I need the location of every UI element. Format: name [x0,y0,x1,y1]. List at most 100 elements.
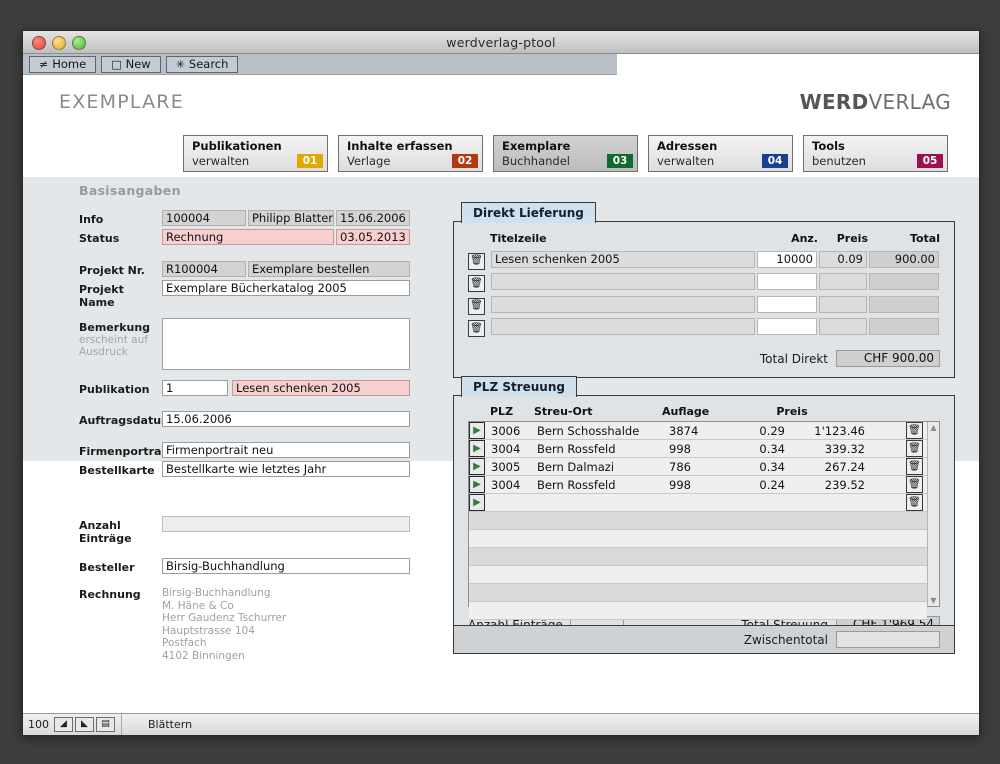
besteller-field[interactable]: Birsig-Buchhandlung [162,558,410,574]
plz-list-row[interactable]: ▶3006Bern Schosshalde38740.291'123.46🗑 [469,422,927,440]
nav-tab-inhalte-erfassen[interactable]: Inhalte erfassenVerlage02 [338,135,483,172]
search-button[interactable]: ✳ Search [166,56,239,73]
tab-plz-streuung[interactable]: PLZ Streuung [461,376,577,397]
status-value-field[interactable]: Rechnung [162,229,334,245]
direkt-cell-preis[interactable]: 0.09 [819,251,867,268]
delete-row-icon[interactable]: 🗑 [468,298,485,315]
direkt-cell-titelzeile[interactable] [491,296,755,313]
direkt-cell-preis[interactable] [819,273,867,290]
expand-row-icon[interactable]: ▶ [469,476,485,493]
traffic-lights [32,36,86,50]
projekt-nr-field[interactable]: R100004 [162,261,246,277]
direkt-cell-titelzeile[interactable] [491,318,755,335]
section-title: Basisangaben [79,183,457,198]
direkt-table: Titelzeile Anz. Preis Total 🗑Lesen schen… [468,232,940,338]
info-number-field[interactable]: 100004 [162,210,246,226]
plz-list-empty-row[interactable] [469,548,927,566]
bemerkung-textarea[interactable] [162,318,410,370]
nav-tab-adressen[interactable]: Adressenverwalten04 [648,135,793,172]
scroll-up-icon[interactable]: ▲ [928,422,939,433]
zoom-out-icon[interactable]: ◢ [54,717,73,732]
publikation-nr-field[interactable]: 1 [162,380,228,396]
projekt-nr-desc-field[interactable]: Exemplare bestellen [248,261,410,277]
expand-row-icon[interactable]: ▶ [469,440,485,457]
window-mode-icon[interactable]: ▤ [96,717,115,732]
plz-list-empty-row[interactable] [469,530,927,548]
auftragsdatum-label: Auftragsdatum [57,411,162,427]
plz-list-empty-row[interactable] [469,566,927,584]
direkt-tab-header: Direkt Lieferung [453,199,955,222]
direkt-table-row[interactable]: 🗑Lesen schenken 2005100000.09900.00 [468,248,940,271]
delete-row-icon[interactable]: 🗑 [906,422,923,439]
direkt-cell-preis[interactable] [819,318,867,335]
direkt-table-row[interactable]: 🗑 [468,293,940,316]
field-row-anzahl-eintraege: Anzahl Einträge [57,516,457,545]
nav-tab-title: Tools [812,139,845,153]
plz-list-row[interactable]: ▶3004Bern Rossfeld9980.24239.52🗑 [469,476,927,494]
delete-row-icon[interactable]: 🗑 [906,440,923,457]
info-date-field[interactable]: 15.06.2006 [336,210,410,226]
direkt-cell-anz[interactable]: 10000 [757,251,817,268]
nav-tab-publikationen[interactable]: Publikationenverwalten01 [183,135,328,172]
nav-tab-tools[interactable]: Toolsbenutzen05 [803,135,948,172]
field-row-status: Status Rechnung 03.05.2013 [57,229,457,245]
direkt-cell-titelzeile[interactable]: Lesen schenken 2005 [491,251,755,268]
direkt-cell-anz[interactable] [757,318,817,335]
expand-row-icon[interactable]: ▶ [469,494,485,511]
info-label: Info [57,210,162,226]
delete-row-icon[interactable]: 🗑 [468,253,485,270]
firmenportrait-field[interactable]: Firmenportrait neu [162,442,410,458]
tab-direkt-lieferung[interactable]: Direkt Lieferung [461,202,596,223]
content-area: Basisangaben Info 100004 Philipp Blatter… [23,177,979,736]
plz-list-empty-row[interactable] [469,602,927,620]
plz-list[interactable]: ▶3006Bern Schosshalde38740.291'123.46🗑▶3… [468,421,940,607]
plz-list-row[interactable]: ▶3005Bern Dalmazi7860.34267.24🗑 [469,458,927,476]
scroll-down-icon[interactable]: ▼ [928,595,939,606]
bestellkarte-field[interactable]: Bestellkarte wie letztes Jahr [162,461,410,477]
projekt-name-field[interactable]: Exemplare Bücherkatalog 2005 [162,280,410,296]
delete-row-icon[interactable]: 🗑 [906,476,923,493]
plz-list-empty-row[interactable] [469,512,927,530]
projekt-nr-label: Projekt Nr. [57,261,162,277]
new-button[interactable]: □ New [101,56,161,73]
direkt-table-row[interactable]: 🗑 [468,271,940,294]
anzahl-eintraege-label: Anzahl Einträge [57,516,162,545]
expand-row-icon[interactable]: ▶ [469,422,485,439]
auftragsdatum-field[interactable]: 15.06.2006 [162,411,410,427]
nav-tab-exemplare[interactable]: ExemplareBuchhandel03 [493,135,638,172]
direkt-cell-anz[interactable] [757,273,817,290]
info-person-field[interactable]: Philipp Blatter [248,210,334,226]
rechnung-label: Rechnung [57,585,162,601]
direkt-cell-preis[interactable] [819,296,867,313]
expand-row-icon[interactable]: ▶ [469,458,485,475]
delete-row-icon[interactable]: 🗑 [906,458,923,475]
status-label: Status [57,229,162,245]
field-row-besteller: Besteller Birsig-Buchhandlung [57,558,457,574]
direkt-cell-anz[interactable] [757,296,817,313]
field-row-auftragsdatum: Auftragsdatum 15.06.2006 [57,411,457,427]
plz-list-row[interactable]: ▶🗑 [469,494,927,512]
direkt-lieferung-panel: Direkt Lieferung Titelzeile Anz. Preis T… [453,199,955,378]
direkt-table-row[interactable]: 🗑 [468,316,940,339]
field-row-info: Info 100004 Philipp Blatter 15.06.2006 [57,210,457,226]
anzahl-eintraege-field[interactable] [162,516,410,532]
page-title: EXEMPLARE [59,91,184,113]
plz-list-empty-row[interactable] [469,584,927,602]
plz-streuung-panel: PLZ Streuung PLZ Streu-Ort Auflage Preis… [453,373,955,644]
plz-list-row[interactable]: ▶3004Bern Rossfeld9980.34339.32🗑 [469,440,927,458]
minimize-button[interactable] [52,36,66,50]
delete-row-icon[interactable]: 🗑 [468,320,485,337]
plz-cell-auflage: 998 [667,478,729,492]
home-button[interactable]: ≠ Home [29,56,96,73]
zoom-button[interactable] [72,36,86,50]
zoom-in-icon[interactable]: ◣ [75,717,94,732]
status-date-field[interactable]: 03.05.2013 [336,229,410,245]
plz-cell-stueckpreis: 0.34 [729,460,787,474]
direkt-cell-titelzeile[interactable] [491,273,755,290]
plz-cell-plz: 3004 [485,478,535,492]
plz-scrollbar[interactable]: ▲ ▼ [927,422,939,606]
delete-row-icon[interactable]: 🗑 [906,494,923,511]
close-button[interactable] [32,36,46,50]
publikation-name-field[interactable]: Lesen schenken 2005 [232,380,410,396]
delete-row-icon[interactable]: 🗑 [468,275,485,292]
